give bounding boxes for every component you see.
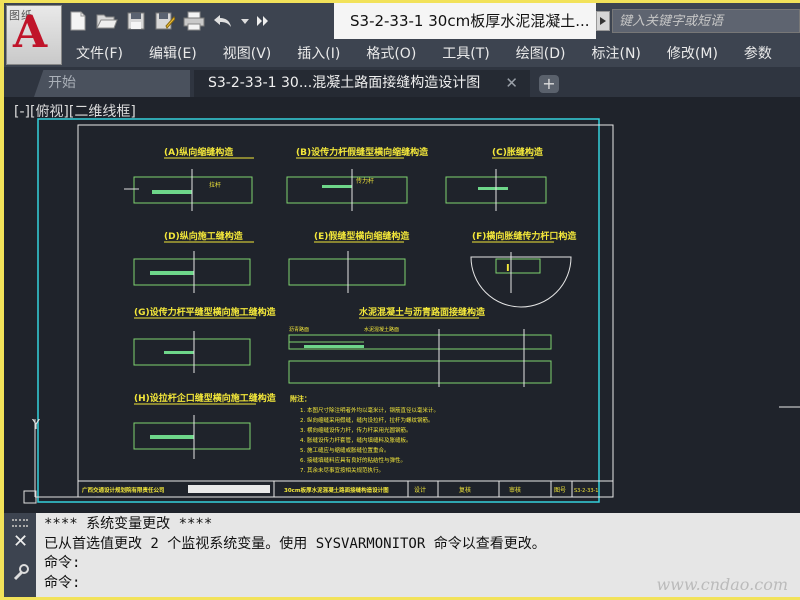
section-title-b: (B)设传力杆假缝型横向缩缝构造 xyxy=(296,146,429,158)
drawing-canvas[interactable]: Y (A)纵向缩缝构造 拉杆 (B)设传力杆假缝型横向缩缝构造 传力杆 (C)胀… xyxy=(4,97,800,513)
menu-modify[interactable]: 修改(M) xyxy=(667,43,718,63)
svg-text:传力杆: 传力杆 xyxy=(356,177,374,185)
menu-tools[interactable]: 工具(T) xyxy=(442,43,489,63)
autocad-window: 图纸 A S3-2-33-1 30cm板厚水泥混凝土... 键入关键字或短语 文… xyxy=(4,3,800,597)
detail-road-junction: 水泥混凝土与沥青路面接缝构造 沥青路面 水泥混凝土路面 xyxy=(288,306,552,387)
watermark: www.cndao.com xyxy=(656,575,788,594)
svg-text:I: I xyxy=(506,263,510,274)
command-line: 已从首选值更改 2 个监视系统变量。使用 SYSVARMONITOR 命令以查看… xyxy=(44,535,546,552)
application-menu-button[interactable]: 图纸 A xyxy=(6,5,62,65)
more-icon[interactable] xyxy=(255,10,271,32)
section-title-g: (G)设传力杆平缝型横向施工缝构造 xyxy=(134,306,277,318)
detail-d: (D)纵向施工缝构造 xyxy=(133,230,254,293)
command-window-sidebar: ✕ xyxy=(4,513,36,597)
menu-parametric[interactable]: 参数 xyxy=(744,43,772,63)
svg-text:水泥混凝土路面: 水泥混凝土路面 xyxy=(364,326,399,333)
section-title-junction: 水泥混凝土与沥青路面接缝构造 xyxy=(359,306,486,318)
title-bar: 图纸 A S3-2-33-1 30cm板厚水泥混凝土... 键入关键字或短语 xyxy=(4,3,800,65)
command-history: **** 系统变量更改 **** 已从首选值更改 2 个监视系统变量。使用 SY… xyxy=(44,515,546,593)
file-tab-bar: 开始 S3-2-33-1 30...混凝土路面接缝构造设计图 ✕ + xyxy=(4,67,800,97)
note-line: 7. 其余未尽事宜按相关规范执行。 xyxy=(300,466,384,474)
close-icon[interactable]: ✕ xyxy=(505,70,518,97)
menu-bar: 文件(F) 编辑(E) 视图(V) 插入(I) 格式(O) 工具(T) 绘图(D… xyxy=(4,39,800,67)
command-input[interactable]: 命令: xyxy=(44,574,546,594)
title-block: 广西交通设计规划院有限责任公司 30cm板厚水泥混凝土路面接缝构造设计图 设计 … xyxy=(82,481,599,497)
title-block-sheet-no: S3-2-33-1 xyxy=(574,488,599,494)
command-line: **** 系统变量更改 **** xyxy=(44,516,213,532)
search-expand-icon[interactable] xyxy=(596,11,610,31)
detail-c: (C)胀缝构造 xyxy=(445,146,547,211)
command-line: 命令: xyxy=(44,555,81,571)
menu-file[interactable]: 文件(F) xyxy=(76,43,123,63)
note-line: 6. 接缝填缝料应具有良好的粘结性与弹性。 xyxy=(300,456,406,464)
note-line: 3. 横向缩缝设传力杆，传力杆采用光圆钢筋。 xyxy=(300,426,412,434)
detail-e: (E)假缝型横向缩缝构造 xyxy=(288,230,410,293)
search-input[interactable] xyxy=(612,9,800,33)
title-block-review: 复核 xyxy=(459,486,471,494)
svg-text:拉杆: 拉杆 xyxy=(209,181,221,189)
notes-block: 附注： 1. 本图尺寸除注明者外均以毫米计，钢筋直径以毫米计。 2. 纵向缩缝采… xyxy=(290,394,439,474)
document-title: S3-2-33-1 30cm板厚水泥混凝土... xyxy=(334,3,596,39)
quick-access-toolbar xyxy=(66,9,271,33)
add-tab-icon[interactable]: + xyxy=(539,75,559,93)
title-block-approve: 审核 xyxy=(509,486,521,494)
detail-f: (F)横向胀缝传力杆口构造 I xyxy=(470,230,577,308)
drawing-svg: Y (A)纵向缩缝构造 拉杆 (B)设传力杆假缝型横向缩缝构造 传力杆 (C)胀… xyxy=(23,118,800,504)
section-title-h: (H)设拉杆企口缝型横向施工缝构造 xyxy=(134,392,277,404)
tab-start[interactable]: 开始 xyxy=(34,70,190,97)
close-command-icon[interactable]: ✕ xyxy=(13,531,28,552)
note-line: 1. 本图尺寸除注明者外均以毫米计，钢筋直径以毫米计。 xyxy=(300,406,439,414)
dropdown-icon[interactable] xyxy=(240,10,250,32)
notes-heading: 附注： xyxy=(290,394,311,403)
command-window: ✕ **** 系统变量更改 **** 已从首选值更改 2 个监视系统变量。使用 … xyxy=(4,513,800,597)
detail-a: (A)纵向缩缝构造 拉杆 xyxy=(124,146,254,211)
title-block-drawing-name: 30cm板厚水泥混凝土路面接缝构造设计图 xyxy=(284,486,389,494)
menu-insert[interactable]: 插入(I) xyxy=(297,43,340,63)
section-title-d: (D)纵向施工缝构造 xyxy=(164,230,244,242)
wrench-icon[interactable] xyxy=(12,563,30,585)
viewport-frame xyxy=(37,118,600,503)
section-title-c: (C)胀缝构造 xyxy=(492,146,544,158)
note-line: 4. 胀缝设传力杆套管，缝内填缝料及胀缝板。 xyxy=(300,436,412,444)
autocad-logo-icon: A xyxy=(13,7,48,58)
section-title-f: (F)横向胀缝传力杆口构造 xyxy=(472,230,577,242)
menu-dimension[interactable]: 标注(N) xyxy=(592,43,641,63)
note-line: 2. 纵向缩缝采用假缝，缝内设拉杆，拉杆为螺纹钢筋。 xyxy=(300,416,434,424)
plot-icon[interactable] xyxy=(182,10,206,32)
tab-drawing-label: S3-2-33-1 30...混凝土路面接缝构造设计图 xyxy=(208,75,481,91)
new-icon[interactable] xyxy=(66,10,90,32)
menu-view[interactable]: 视图(V) xyxy=(223,43,272,63)
svg-text:沥青路面: 沥青路面 xyxy=(289,326,309,333)
note-line: 5. 施工缝应与缩缝或胀缝位置重合。 xyxy=(300,446,390,454)
menu-format[interactable]: 格式(O) xyxy=(366,43,416,63)
detail-g: (G)设传力杆平缝型横向施工缝构造 xyxy=(133,306,277,373)
drag-handle-icon[interactable] xyxy=(12,519,28,527)
detail-b: (B)设传力杆假缝型横向缩缝构造 传力杆 xyxy=(286,146,429,211)
tab-start-label: 开始 xyxy=(48,75,76,91)
open-icon[interactable] xyxy=(95,10,119,32)
ucs-y-label: Y xyxy=(31,418,40,433)
title-block-sheet-label: 图号 xyxy=(554,487,566,494)
menu-draw[interactable]: 绘图(D) xyxy=(516,43,566,63)
title-block-design: 设计 xyxy=(414,486,426,494)
viewport-controls[interactable]: [-][俯视][二维线框] xyxy=(14,101,136,121)
section-title-a: (A)纵向缩缝构造 xyxy=(164,146,234,158)
tab-drawing[interactable]: S3-2-33-1 30...混凝土路面接缝构造设计图 ✕ xyxy=(194,70,530,97)
undo-icon[interactable] xyxy=(211,10,235,32)
save-icon[interactable] xyxy=(124,10,148,32)
menu-edit[interactable]: 编辑(E) xyxy=(149,43,197,63)
section-title-e: (E)假缝型横向缩缝构造 xyxy=(314,230,410,242)
detail-h: (H)设拉杆企口缝型横向施工缝构造 xyxy=(133,392,277,459)
title-block-company: 广西交通设计规划院有限责任公司 xyxy=(82,486,165,494)
save-as-icon[interactable] xyxy=(153,10,177,32)
